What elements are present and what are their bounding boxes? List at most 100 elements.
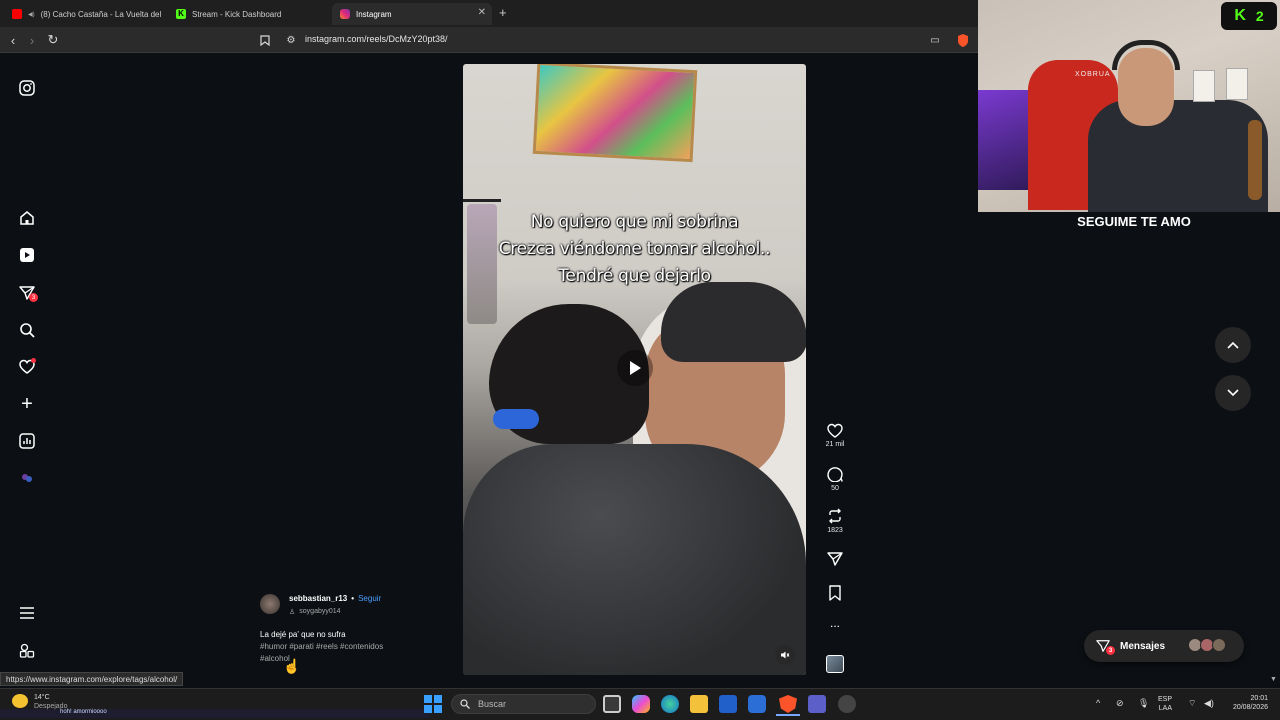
reels-icon[interactable] — [17, 245, 37, 265]
save-action[interactable] — [820, 585, 850, 601]
teams-icon[interactable] — [808, 695, 826, 713]
mute-button[interactable] — [775, 645, 795, 665]
search-placeholder: Buscar — [478, 699, 507, 709]
repost-action[interactable]: 1823 — [820, 508, 850, 534]
audio-icon: ◀) — [28, 11, 35, 18]
video-caption-line-3: Tendré que dejarlo — [558, 266, 711, 286]
guitar — [1248, 120, 1262, 200]
previous-reel-button[interactable] — [1215, 327, 1251, 363]
outlook-icon[interactable] — [748, 695, 766, 713]
share-icon — [827, 552, 843, 566]
menu-icon[interactable] — [17, 603, 37, 623]
author-row: sebbastian_r13 • Seguir — [289, 594, 381, 603]
brave-shield-icon[interactable] — [955, 32, 971, 48]
scroll-down-icon[interactable]: ▼ — [1270, 676, 1277, 683]
instagram-logo-icon[interactable] — [17, 78, 37, 98]
save-icon — [829, 585, 841, 601]
reload-icon[interactable]: ↻ — [45, 32, 61, 48]
reel-description: La dejé pa' que no sufra — [260, 630, 346, 639]
chevron-up-icon — [1227, 341, 1239, 349]
messages-label: Mensajes — [1120, 640, 1166, 652]
kick-icon: K — [176, 9, 186, 19]
kick-logo-icon: K — [1234, 7, 1246, 24]
youtube-icon — [12, 9, 22, 19]
lang-code: ESP — [1158, 696, 1173, 703]
windows-start-icon[interactable] — [424, 695, 442, 713]
heart-icon[interactable] — [17, 357, 37, 377]
girl-sweater — [463, 444, 806, 675]
task-view-icon[interactable] — [603, 695, 621, 713]
like-action[interactable]: 21 mil — [820, 423, 850, 448]
video-caption-line-2: Crezca viéndome tomar alcohol.. — [498, 239, 771, 259]
site-settings-icon[interactable]: ⚙ — [283, 32, 299, 48]
volume-icon[interactable]: ◀) — [1204, 698, 1214, 709]
notification-badge: 3 — [29, 293, 38, 302]
wall-painting — [532, 64, 698, 163]
share-action[interactable] — [820, 551, 850, 567]
notification-dot — [31, 358, 36, 363]
tab-label: Instagram — [356, 9, 392, 19]
search-icon[interactable] — [17, 320, 37, 340]
bookmark-icon[interactable] — [257, 32, 273, 48]
active-app-indicator — [776, 714, 800, 716]
tab-kick-dashboard[interactable]: K Stream - Kick Dashboard — [168, 3, 328, 25]
kick-viewer-widget: K 2 — [1221, 2, 1277, 30]
comment-action[interactable]: 50 — [820, 466, 850, 492]
obs-icon[interactable] — [838, 695, 856, 713]
status-bar-link: https://www.instagram.com/explore/tags/a… — [0, 672, 184, 686]
girl-hair-tie — [493, 409, 539, 429]
repost-count: 1823 — [827, 527, 843, 534]
weather-icon — [12, 694, 28, 708]
next-reel-button[interactable] — [1215, 375, 1251, 411]
tab-youtube[interactable]: ◀) (8) Cacho Castaña - La Vuelta del — [4, 3, 164, 25]
back-icon[interactable]: ‹ — [5, 32, 21, 48]
home-icon[interactable] — [17, 208, 37, 228]
wifi-icon[interactable]: ⌔ — [1188, 698, 1196, 709]
play-icon — [630, 361, 641, 375]
audio-name: soygabyy014 — [299, 608, 341, 615]
search-icon — [460, 699, 470, 709]
messages-pill[interactable]: 3 Mensajes — [1084, 630, 1244, 662]
copilot-icon[interactable] — [632, 695, 650, 713]
chair-brand-text: XOBRUA — [1075, 71, 1111, 78]
weather-temp: 14°C — [34, 694, 50, 701]
audio-thumbnail[interactable] — [826, 655, 844, 673]
reel-video[interactable]: No quiero que mi sobrina Crezca viéndome… — [463, 64, 806, 675]
repost-icon — [829, 508, 841, 524]
taskbar-search[interactable]: Buscar — [451, 694, 596, 714]
more-options-button[interactable]: ... — [820, 616, 850, 630]
author-username[interactable]: sebbastian_r13 — [289, 594, 347, 603]
cast-icon[interactable]: ▭ — [927, 32, 943, 48]
dashboard-icon[interactable] — [17, 431, 37, 451]
network-icon[interactable]: ⊘ — [1116, 698, 1124, 709]
chevron-down-icon — [1227, 389, 1239, 397]
author-avatar[interactable] — [260, 594, 280, 614]
avatar — [1212, 638, 1226, 652]
tray-overflow-icon[interactable]: ^ — [1096, 698, 1100, 708]
forward-icon[interactable]: › — [24, 32, 40, 48]
store-icon[interactable] — [719, 695, 737, 713]
lang-layout: LAA — [1158, 705, 1173, 712]
file-explorer-icon[interactable] — [690, 695, 708, 713]
url-field[interactable]: instagram.com/reels/DcMzY20pt38/ — [305, 34, 448, 44]
language-indicator[interactable]: ESP LAA — [1158, 695, 1172, 713]
tab-instagram[interactable]: Instagram ✕ — [332, 3, 492, 25]
play-button[interactable] — [617, 350, 653, 386]
wall-sign — [1226, 68, 1248, 100]
microphone-icon[interactable]: 🎙 — [1138, 698, 1149, 709]
edge-icon[interactable] — [661, 695, 679, 713]
reel-hashtags[interactable]: #humor #parati #reels #contenidos — [260, 642, 383, 651]
messages-icon[interactable]: 3 — [17, 283, 38, 303]
browser-tab-bar: ◀) (8) Cacho Castaña - La Vuelta del K S… — [0, 0, 978, 27]
clock-time: 20:01 — [1250, 695, 1268, 702]
new-tab-button[interactable]: + — [499, 5, 507, 20]
also-from-meta-icon[interactable] — [17, 641, 37, 661]
create-icon[interactable]: + — [17, 393, 37, 415]
close-tab-icon[interactable]: ✕ — [478, 7, 486, 18]
audio-row[interactable]: ♙ soygabyy014 — [289, 608, 341, 616]
profile-avatar-icon[interactable] — [17, 468, 37, 488]
stream-overlay-text: SEGUIME TE AMO — [1077, 214, 1191, 229]
muted-speaker-icon — [781, 651, 790, 659]
clock[interactable]: 20:01 20/08/2026 — [1222, 694, 1268, 712]
follow-button[interactable]: Seguir — [358, 594, 381, 603]
